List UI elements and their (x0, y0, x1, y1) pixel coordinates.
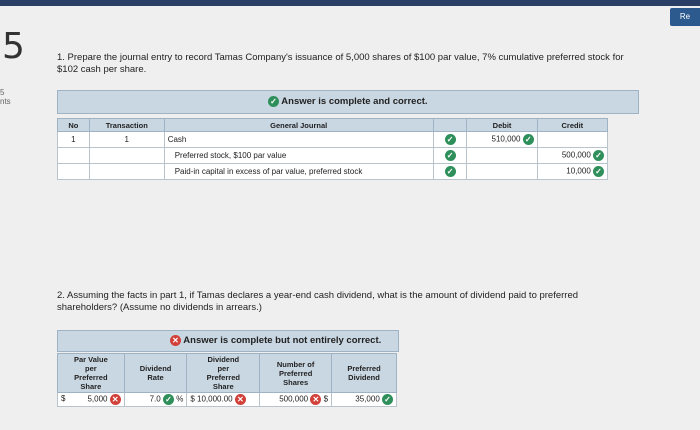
row2-credit-value: 500,000 (561, 150, 591, 160)
part1-result-banner: ✓ Answer is complete and correct. (57, 90, 639, 114)
rate-unit: % (176, 394, 184, 404)
par-value-value: 5,000 (87, 394, 108, 404)
row3-status: ✓ (432, 163, 468, 180)
table-row: 1 1 Cash ✓ 510,000 ✓ (57, 131, 609, 148)
points-label: 5 nts (0, 88, 11, 106)
col-preferred-dividend: Preferred Dividend (331, 353, 397, 393)
col-par-value: Par Value per Preferred Share (57, 353, 125, 393)
col-general-journal: General Journal (163, 118, 434, 132)
row1-status: ✓ (432, 131, 468, 148)
row2-credit[interactable]: 500,000 ✓ (536, 147, 609, 164)
table-row: Preferred stock, $100 par value ✓ 500,00… (57, 147, 609, 164)
col-pd-l2: Dividend (348, 373, 380, 382)
part1-prompt: 1. Prepare the journal entry to record T… (57, 52, 667, 76)
points-unit: nts (0, 97, 11, 106)
check-icon: ✓ (444, 150, 456, 161)
check-icon: ✓ (593, 150, 604, 161)
row3-credit-value: 10,000 (566, 166, 591, 176)
x-icon: ✕ (234, 394, 246, 405)
row3-credit[interactable]: 10,000 ✓ (536, 163, 609, 180)
check-icon: ✓ (444, 134, 456, 145)
row1-debit[interactable]: 510,000 ✓ (466, 131, 538, 148)
check-icon: ✓ (522, 134, 534, 145)
col-nos-l2: Preferred (278, 368, 313, 378)
journal-table: No Transaction General Journal Debit Cre… (57, 118, 609, 180)
dividend-table: Par Value per Preferred Share Dividend R… (57, 353, 397, 407)
x-icon: ✕ (170, 335, 181, 346)
check-icon: ✓ (444, 166, 456, 177)
part2-result-banner: ✕ Answer is complete but not entirely co… (57, 330, 399, 352)
col-number-of-shares: Number of Preferred Shares (259, 353, 333, 393)
col-par-value-l1: Par Value (73, 355, 108, 364)
top-right-button[interactable]: Re (670, 8, 700, 26)
question-number: 5 (2, 26, 25, 67)
col-dps-l3: Preferred (206, 373, 240, 382)
dividend-rate-value: 7.0 (149, 394, 161, 404)
row1-credit[interactable] (536, 131, 609, 148)
col-par-value-l4: Share (80, 382, 102, 391)
col-no: No (57, 118, 90, 132)
table-row: Paid-in capital in excess of par value, … (57, 163, 609, 180)
row3-account[interactable]: Paid-in capital in excess of par value, … (163, 163, 434, 180)
check-icon: ✓ (593, 166, 604, 177)
row2-status: ✓ (432, 147, 468, 164)
par-currency: $ (61, 394, 66, 403)
col-credit: Credit (536, 118, 609, 132)
row1-transaction: 1 (88, 131, 165, 148)
preferred-dividend-cell[interactable]: 35,000 ✓ (331, 392, 397, 407)
dividend-per-share-cell[interactable]: $ 10,000.00 ✕ (186, 392, 261, 407)
number-of-shares-cell[interactable]: 500,000 ✕ $ (259, 392, 333, 407)
col-dps-l1: Dividend (207, 355, 240, 364)
part2-prompt-line2: shareholders? (Assume no dividends in ar… (57, 302, 262, 313)
row1-no: 1 (57, 131, 90, 148)
table-row: $ 5,000 ✕ 7.0 ✓ % $ 10,000.00 ✕ 500,000 … (57, 392, 397, 407)
row1-debit-value: 510,000 (491, 134, 521, 144)
dividend-rate-cell[interactable]: 7.0 ✓ % (123, 392, 188, 407)
col-status (432, 118, 468, 132)
part2-banner-text: Answer is complete but not entirely corr… (183, 335, 382, 347)
row3-debit[interactable] (466, 163, 538, 180)
col-par-value-l3: Preferred (74, 373, 108, 382)
col-par-value-l2: per (85, 364, 97, 373)
row2-transaction (88, 147, 165, 164)
row2-account[interactable]: Preferred stock, $100 par value (163, 147, 434, 164)
part1-prompt-line1: 1. Prepare the journal entry to record T… (57, 52, 624, 63)
col-nos-l1: Number of (276, 359, 315, 369)
row2-debit[interactable] (466, 147, 538, 164)
col-debit: Debit (466, 118, 538, 132)
col-dividend-per-share: Dividend per Preferred Share (186, 353, 261, 393)
col-pd-l1: Preferred (347, 364, 381, 373)
check-icon: ✓ (382, 394, 393, 405)
col-transaction: Transaction (88, 118, 165, 132)
part1-prompt-line2: $102 cash per share. (57, 64, 147, 75)
col-nos-l3: Shares (283, 377, 309, 387)
col-dividend-rate-l1: Dividend (139, 364, 172, 373)
col-dividend-rate: Dividend Rate (123, 353, 188, 393)
dps-currency: $ (190, 394, 195, 404)
row1-account[interactable]: Cash (163, 131, 434, 148)
check-icon: ✓ (162, 394, 174, 405)
row2-no (57, 147, 90, 164)
col-dps-l2: per (217, 364, 230, 373)
x-icon: ✕ (109, 394, 121, 405)
nos-value: 500,000 (279, 394, 309, 404)
points-value: 5 (0, 88, 5, 97)
part1-banner-text: Answer is complete and correct. (281, 96, 428, 108)
pd-currency: $ (323, 394, 329, 404)
pd-value: 35,000 (355, 394, 380, 404)
dps-value: 10,000.00 (197, 394, 233, 404)
part2-prompt: 2. Assuming the facts in part 1, if Tama… (57, 290, 667, 314)
x-icon: ✕ (310, 394, 322, 405)
row3-no (57, 163, 90, 180)
par-value-cell[interactable]: $ 5,000 ✕ (57, 392, 125, 407)
part2-prompt-line1: 2. Assuming the facts in part 1, if Tama… (57, 290, 579, 301)
top-bar (0, 0, 700, 6)
row3-transaction (88, 163, 165, 180)
col-dps-l4: Share (212, 382, 234, 391)
col-dividend-rate-l2: Rate (147, 373, 164, 382)
check-icon: ✓ (268, 96, 279, 107)
